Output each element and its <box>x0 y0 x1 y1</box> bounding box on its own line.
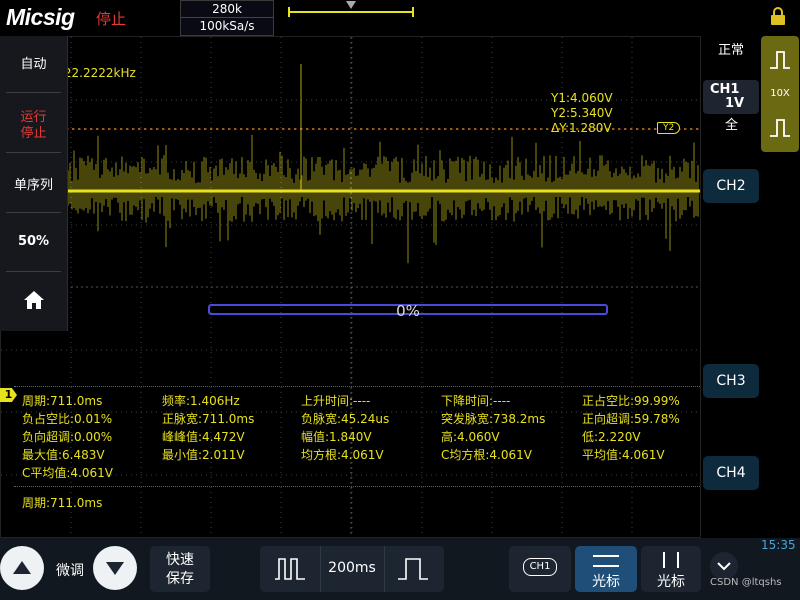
meas-cell: 下降时间:---- <box>441 394 511 408</box>
meas-cell: 频率:1.406Hz <box>162 394 240 408</box>
home-icon[interactable] <box>23 290 45 310</box>
ch1-settings-card[interactable]: CH1 1V <box>703 80 759 114</box>
ch3-button[interactable]: CH3 <box>703 364 759 398</box>
probe-ratio: 10X <box>770 88 790 99</box>
chevron-down-icon <box>717 562 731 571</box>
watermark: CSDN @ltqshs <box>710 577 782 588</box>
meas-cell: 均方根:4.061V <box>301 448 384 462</box>
left-menu: 自动 运行 停止 单序列 50% <box>0 36 68 331</box>
meas-cell: 平均值:4.061V <box>582 448 665 462</box>
expand-button[interactable] <box>710 552 738 580</box>
ch4-button[interactable]: CH4 <box>703 456 759 490</box>
meas-cell: 负向超调:0.00% <box>22 430 113 444</box>
timebase-increase-icon[interactable] <box>396 555 430 583</box>
meas-cell: 最小值:2.011V <box>162 448 245 462</box>
single-sequence-button[interactable]: 单序列 <box>0 174 67 193</box>
up-arrow-icon <box>13 561 31 574</box>
meas-cell: 正脉宽:711.0ms <box>162 412 255 426</box>
lock-icon[interactable] <box>769 6 787 26</box>
cursor-readout: Y1:4.060V Y2:5.340V ΔY:1.280V <box>551 91 613 136</box>
cursor-y1: Y1:4.060V <box>551 91 613 105</box>
bottom-bar: 微调 快速 保存 200ms CH1 光标 光标 <box>0 538 800 600</box>
meas-cell: 突发脉宽:738.2ms <box>441 412 546 426</box>
meas-cell: 峰峰值:4.472V <box>162 430 245 444</box>
measurement-table: 周期:711.0ms 频率:1.406Hz 上升时间:---- 下降时间:---… <box>0 386 701 516</box>
ch1-tag: CH1 <box>523 558 557 576</box>
cursor-y2: Y2:5.340V <box>551 106 613 120</box>
meas-cell: 正向超调:59.78% <box>582 412 680 426</box>
ch1-label: CH1 <box>710 82 740 97</box>
clock: 15:35 <box>761 538 796 552</box>
progress-text: 0% <box>396 302 420 320</box>
meas-cell: 幅值:1.840V <box>301 430 372 444</box>
pulse-icon[interactable] <box>767 114 793 142</box>
up-button[interactable] <box>0 546 44 590</box>
quick-save-button[interactable]: 快速 保存 <box>150 546 210 592</box>
vertical-cursor-button[interactable]: 光标 <box>641 546 701 592</box>
timebase-control[interactable]: 200ms <box>260 546 444 592</box>
cursor-y2-tag[interactable]: Y2 <box>657 122 681 134</box>
cursor-source-button[interactable]: CH1 <box>509 546 571 592</box>
meas-period-bottom: 周期:711.0ms <box>22 496 103 510</box>
stop-button[interactable]: 停止 <box>0 122 67 141</box>
meas-cell: C平均值:4.061V <box>22 466 113 480</box>
trigger-mode[interactable]: 正常 <box>718 39 744 58</box>
timebase-value: 200ms <box>328 560 376 576</box>
ch1-scale: 1V <box>725 96 745 111</box>
meas-cell: 正占空比:99.99% <box>582 394 680 408</box>
down-arrow-icon <box>106 562 124 575</box>
meas-cell: 周期:711.0ms <box>22 394 103 408</box>
meas-cell: 最大值:6.483V <box>22 448 105 462</box>
rising-edge-icon[interactable] <box>767 46 793 74</box>
meas-cell: 上升时间:---- <box>301 394 371 408</box>
auto-button[interactable]: 自动 <box>0 53 67 72</box>
down-button[interactable] <box>93 546 137 590</box>
horizontal-cursor-button[interactable]: 光标 <box>575 546 637 592</box>
meas-cell: 负脉宽:45.24us <box>301 412 390 426</box>
meas-cell: C均方根:4.061V <box>441 448 532 462</box>
meas-cell: 低:2.220V <box>582 430 641 444</box>
trigger-50-button[interactable]: 50% <box>0 234 67 249</box>
cursor-dy: ΔY:1.280V <box>551 121 612 135</box>
meas-cell: 高:4.060V <box>441 430 500 444</box>
ch2-button[interactable]: CH2 <box>703 169 759 203</box>
timebase-decrease-icon[interactable] <box>273 555 307 583</box>
meas-cell: 负占空比:0.01% <box>22 412 113 426</box>
fine-tune-label: 微调 <box>56 563 84 579</box>
ch1-coupling: 全 <box>725 118 739 133</box>
